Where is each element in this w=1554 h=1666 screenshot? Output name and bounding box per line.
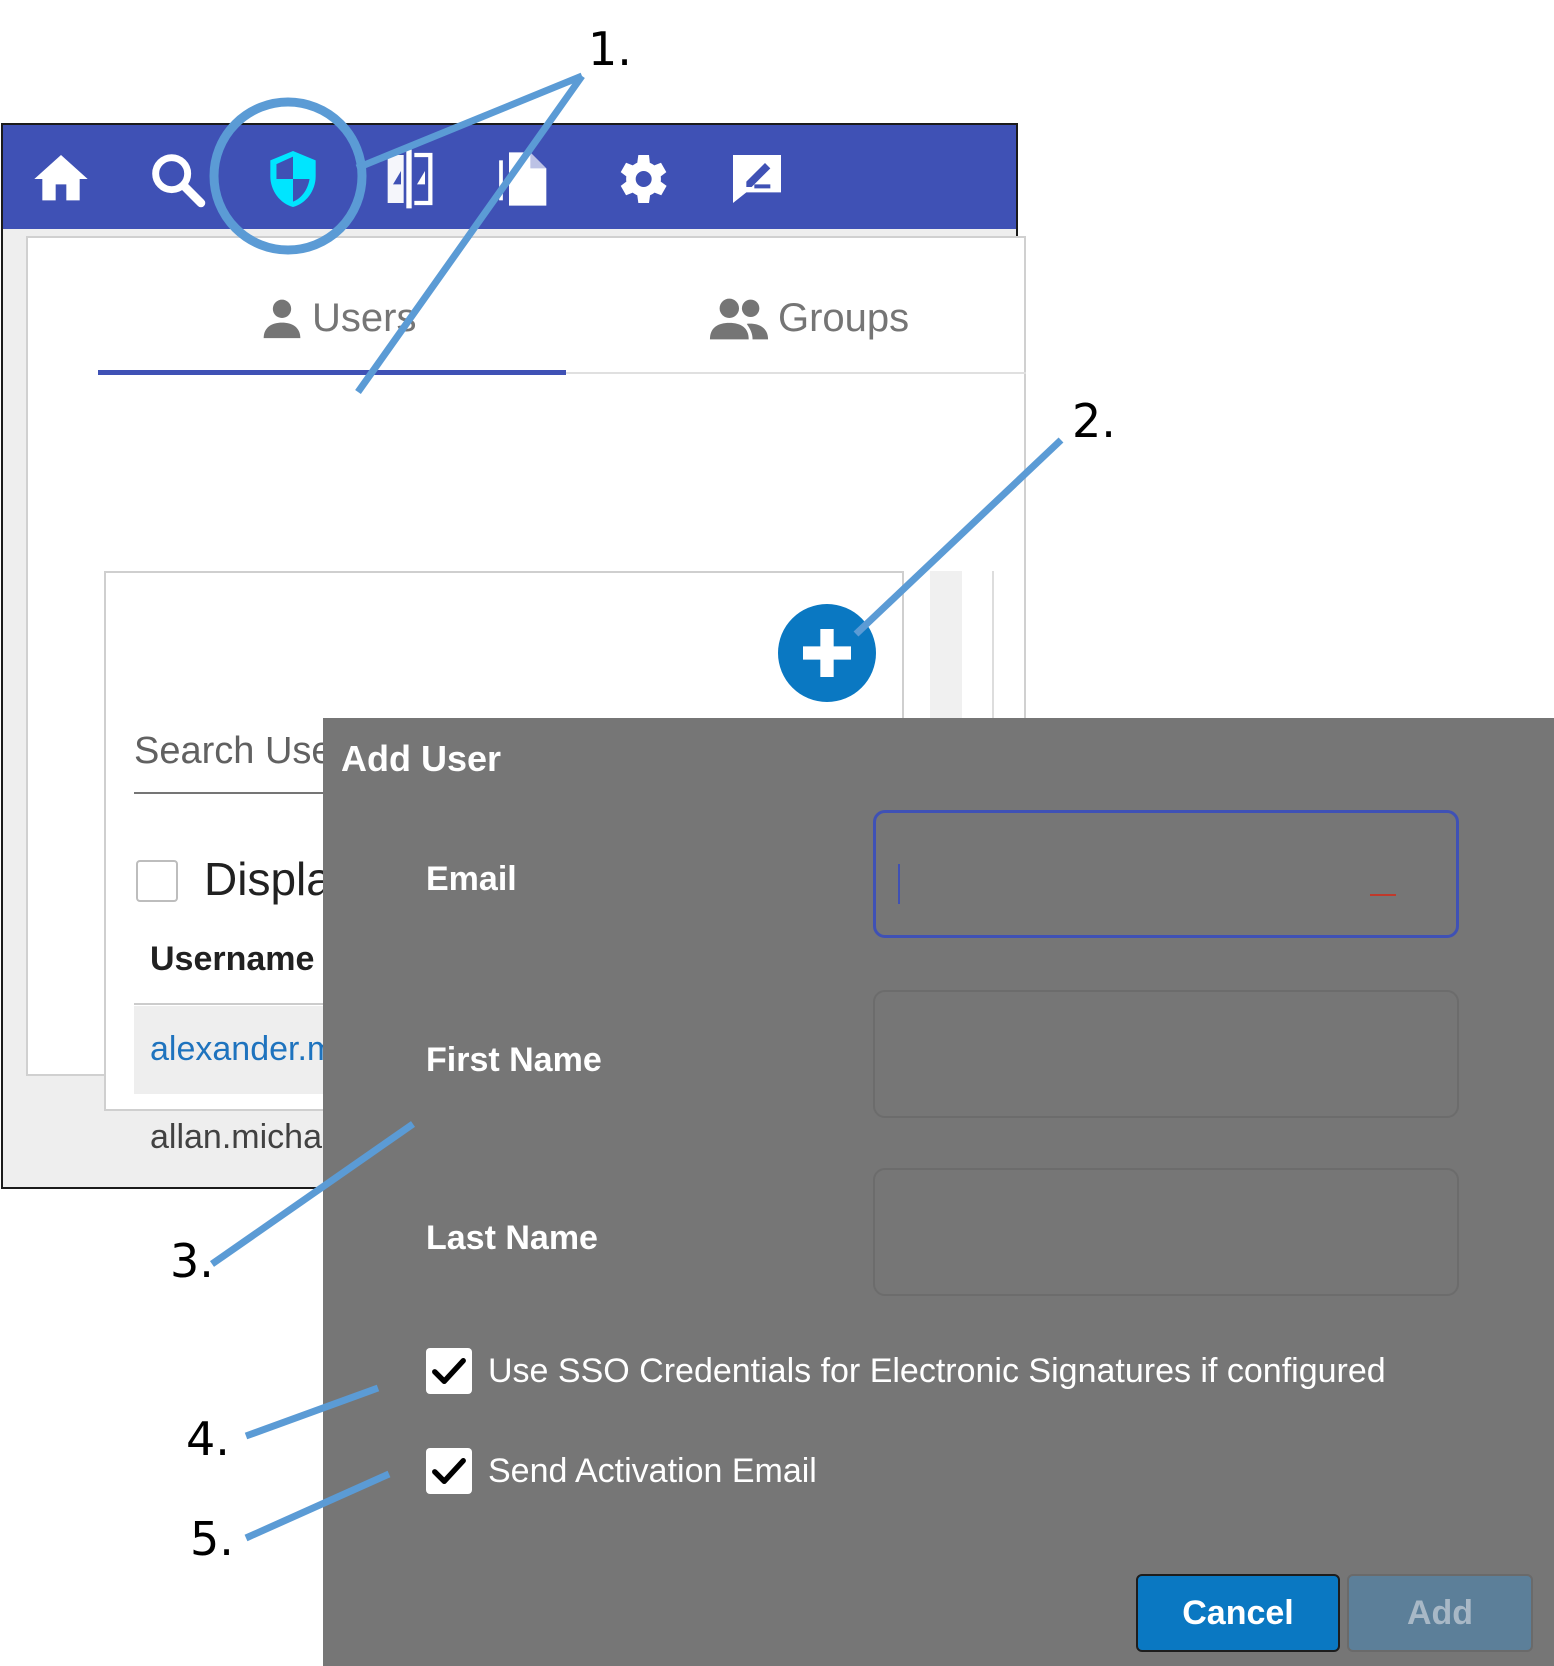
callout-label-1: 1. — [588, 22, 632, 76]
activation-checkbox-label: Send Activation Email — [488, 1451, 817, 1490]
sso-checkbox-row[interactable]: Use SSO Credentials for Electronic Signa… — [426, 1348, 1386, 1394]
document-icon[interactable] — [493, 147, 557, 211]
search-users-input[interactable]: Search Use — [134, 730, 333, 773]
first-name-label: First Name — [426, 1041, 602, 1079]
add-button[interactable]: Add — [1347, 1574, 1533, 1652]
callout-label-5: 5. — [190, 1512, 234, 1566]
username-column-header[interactable]: Username — [150, 940, 314, 979]
email-field[interactable] — [873, 810, 1459, 938]
add-user-button[interactable] — [778, 604, 876, 702]
checkmark-icon — [432, 1358, 466, 1384]
username-link[interactable]: alexander.m — [150, 1030, 335, 1069]
display-checkbox[interactable] — [136, 860, 178, 902]
first-name-field[interactable] — [873, 990, 1459, 1118]
active-tab-indicator — [98, 370, 566, 375]
dialog-title: Add User — [341, 738, 502, 779]
user-icon — [263, 299, 301, 339]
search-icon[interactable] — [145, 147, 209, 211]
tab-users-label: Users — [312, 295, 417, 340]
last-name-label: Last Name — [426, 1219, 598, 1257]
email-label: Email — [426, 860, 517, 898]
checkmark-icon — [432, 1458, 466, 1484]
signature-icon[interactable] — [725, 147, 789, 211]
sso-checkbox[interactable] — [426, 1348, 472, 1394]
security-shield-icon[interactable] — [261, 147, 325, 211]
text-caret — [898, 864, 900, 904]
activation-checkbox-row[interactable]: Send Activation Email — [426, 1448, 817, 1494]
email-error-indicator — [1370, 894, 1396, 896]
username-cell[interactable]: allan.micha — [150, 1118, 322, 1157]
header-divider — [134, 1003, 334, 1005]
home-icon[interactable] — [29, 147, 93, 211]
search-underline — [134, 792, 354, 794]
tab-users[interactable]: Users — [260, 278, 416, 358]
tab-groups-label: Groups — [778, 295, 910, 340]
display-label: Displa — [204, 853, 332, 905]
sso-checkbox-label: Use SSO Credentials for Electronic Signa… — [488, 1351, 1386, 1390]
top-toolbar — [3, 125, 1016, 229]
callout-label-4: 4. — [186, 1412, 230, 1466]
compare-icon[interactable] — [377, 147, 441, 211]
tab-divider — [566, 372, 1026, 374]
callout-label-2: 2. — [1072, 394, 1116, 448]
callout-label-3: 3. — [170, 1234, 214, 1288]
plus-icon — [803, 629, 851, 677]
add-user-dialog: Add User Email First Name Last Name Use … — [323, 718, 1554, 1666]
last-name-field[interactable] — [873, 1168, 1459, 1296]
activation-checkbox[interactable] — [426, 1448, 472, 1494]
group-icon — [709, 298, 769, 340]
settings-gear-icon[interactable] — [609, 147, 673, 211]
cancel-button[interactable]: Cancel — [1136, 1574, 1340, 1652]
tab-groups[interactable]: Groups — [708, 278, 909, 358]
